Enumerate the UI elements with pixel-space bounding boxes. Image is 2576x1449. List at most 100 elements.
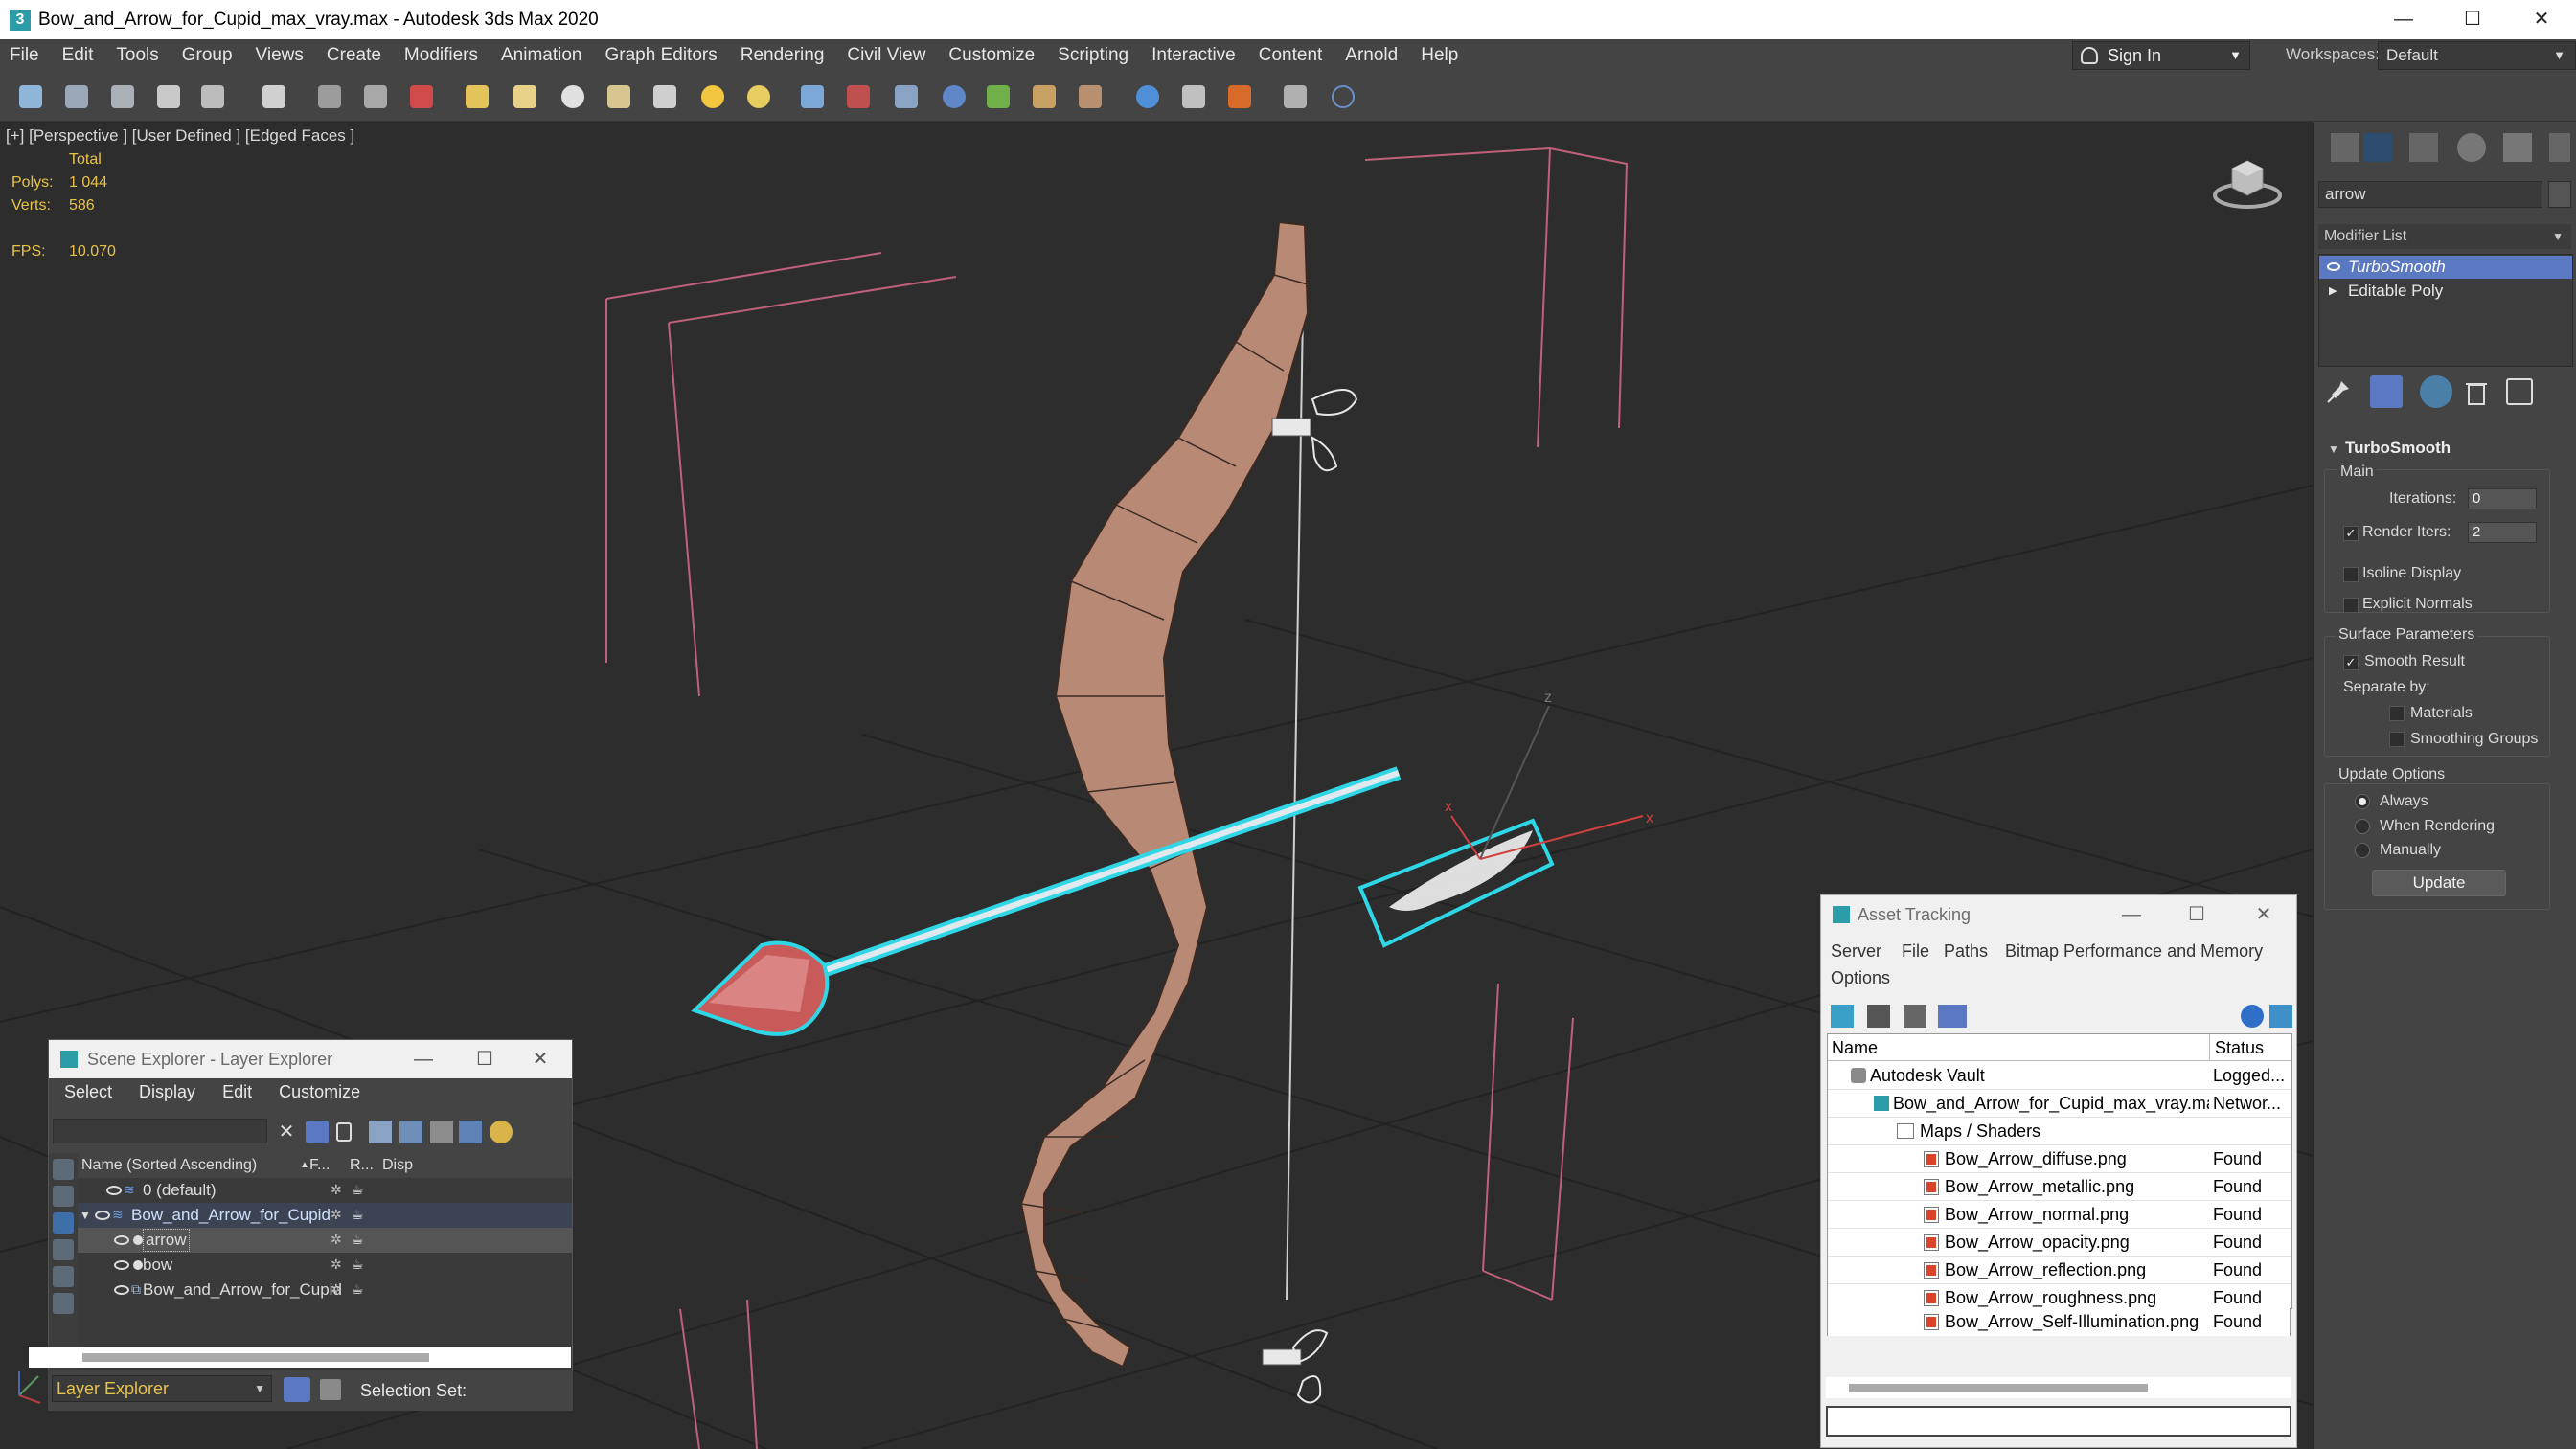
display-tab-icon[interactable] bbox=[2503, 133, 2532, 162]
asset-row[interactable]: Bow_Arrow_reflection.png Found bbox=[1828, 1257, 2291, 1284]
menu-select[interactable]: Select bbox=[49, 1078, 124, 1105]
menu-customize[interactable]: Customize bbox=[937, 45, 1046, 66]
menu-paths[interactable]: Paths bbox=[1944, 941, 1988, 962]
render-setup-icon[interactable] bbox=[1182, 85, 1205, 108]
menu-tools[interactable]: Tools bbox=[104, 45, 170, 66]
hierarchy-toggle-icon[interactable] bbox=[320, 1379, 341, 1400]
expand-arrow-icon[interactable]: ▼ bbox=[80, 1203, 91, 1228]
update-button[interactable]: Update bbox=[2372, 870, 2506, 896]
column-frozen[interactable]: F... bbox=[309, 1153, 330, 1178]
eye-icon[interactable] bbox=[114, 1260, 129, 1270]
grid-view-icon[interactable] bbox=[1938, 1005, 1967, 1028]
minimize-button[interactable]: — bbox=[2099, 895, 2164, 934]
bind-space-warp-icon[interactable] bbox=[201, 85, 224, 108]
show-end-result-icon[interactable] bbox=[2370, 375, 2403, 408]
asset-tracking-scrollbar[interactable] bbox=[1826, 1377, 2291, 1398]
menu-file[interactable]: File bbox=[1902, 941, 1929, 962]
menu-options[interactable]: Options bbox=[1831, 968, 1890, 988]
eye-icon[interactable] bbox=[114, 1285, 129, 1295]
pin-stack-icon[interactable] bbox=[2322, 375, 2355, 408]
configure-modifier-sets-icon[interactable] bbox=[2506, 378, 2533, 405]
angle-snap-icon[interactable] bbox=[847, 85, 870, 108]
select-object-icon[interactable] bbox=[318, 85, 341, 108]
close-button[interactable]: ✕ bbox=[2231, 895, 2296, 934]
mirror-icon[interactable] bbox=[895, 85, 918, 108]
menu-rendering[interactable]: Rendering bbox=[729, 45, 836, 66]
redo-icon[interactable] bbox=[65, 85, 88, 108]
column-name[interactable]: Name bbox=[1832, 1034, 1878, 1061]
stack-item-editable-poly[interactable]: ▶ Editable Poly bbox=[2319, 280, 2572, 303]
asset-row[interactable]: Autodesk Vault Logged... bbox=[1828, 1062, 2291, 1090]
light-icon[interactable] bbox=[701, 85, 724, 108]
table-view-icon[interactable] bbox=[1904, 1005, 1926, 1028]
rollout-collapse-icon[interactable]: ▼ bbox=[2328, 442, 2339, 456]
menu-group[interactable]: Group bbox=[171, 45, 244, 66]
sphere-icon[interactable] bbox=[561, 85, 584, 108]
isoline-display-checkbox[interactable] bbox=[2343, 567, 2359, 582]
spacewarps-filter-icon[interactable] bbox=[53, 1293, 74, 1314]
help-icon[interactable] bbox=[2241, 1005, 2264, 1028]
help-icon[interactable] bbox=[1332, 85, 1355, 108]
clear-search-icon[interactable]: ✕ bbox=[275, 1121, 298, 1143]
always-radio[interactable] bbox=[2355, 794, 2370, 809]
menu-views[interactable]: Views bbox=[244, 45, 315, 66]
rectangle-selection-icon[interactable] bbox=[466, 85, 489, 108]
menu-interactive[interactable]: Interactive bbox=[1140, 45, 1247, 66]
geometry-filter-icon[interactable] bbox=[53, 1159, 74, 1180]
filter-icon[interactable] bbox=[306, 1121, 329, 1143]
sign-in-dropdown[interactable]: Sign In ▼ bbox=[2072, 41, 2250, 70]
cameras-filter-icon[interactable] bbox=[53, 1239, 74, 1260]
render-teapot-icon[interactable]: ☕ bbox=[352, 1282, 365, 1296]
render-production-icon[interactable] bbox=[1284, 85, 1307, 108]
lights-filter-icon[interactable] bbox=[53, 1212, 74, 1234]
when-rendering-radio[interactable] bbox=[2355, 819, 2370, 834]
hierarchy-tab-icon[interactable] bbox=[2409, 133, 2438, 162]
eye-icon[interactable] bbox=[95, 1211, 110, 1220]
eye-icon[interactable] bbox=[106, 1186, 122, 1195]
asset-row[interactable]: Bow_Arrow_metallic.png Found bbox=[1828, 1173, 2291, 1201]
column-render[interactable]: R... bbox=[350, 1153, 374, 1178]
asset-row[interactable]: Bow_and_Arrow_for_Cupid_max_vray.max Net… bbox=[1828, 1090, 2291, 1118]
minimize-button[interactable]: — bbox=[390, 1040, 457, 1078]
menu-arnold[interactable]: Arnold bbox=[1334, 45, 1409, 66]
menu-graph-editors[interactable]: Graph Editors bbox=[594, 45, 729, 66]
render-teapot-icon[interactable]: ☕ bbox=[352, 1257, 365, 1271]
refresh-icon[interactable] bbox=[1831, 1005, 1854, 1028]
menu-animation[interactable]: Animation bbox=[490, 45, 594, 66]
tree-row[interactable]: bow ✲ ☕ bbox=[78, 1253, 572, 1278]
column-name[interactable]: Name (Sorted Ascending) bbox=[81, 1153, 257, 1178]
shapes-filter-icon[interactable] bbox=[53, 1186, 74, 1207]
menu-file[interactable]: File bbox=[0, 45, 51, 66]
sync-selection-icon[interactable] bbox=[490, 1121, 513, 1143]
remove-modifier-icon[interactable] bbox=[2460, 375, 2493, 408]
snap-icon[interactable] bbox=[801, 85, 824, 108]
viewcube-icon[interactable] bbox=[2211, 155, 2284, 209]
render-teapot-icon[interactable]: ☕ bbox=[352, 1208, 365, 1221]
asset-row[interactable]: Bow_Arrow_Self-Illumination.png Found bbox=[1827, 1308, 2291, 1336]
select-filter-icon[interactable] bbox=[262, 85, 285, 108]
smooth-result-checkbox[interactable]: ✓ bbox=[2343, 655, 2359, 670]
close-button[interactable]: ✕ bbox=[507, 1040, 574, 1078]
menu-server[interactable]: Server bbox=[1831, 941, 1881, 962]
render-iters-spinner[interactable]: 2 bbox=[2468, 522, 2537, 543]
material-editor-icon[interactable] bbox=[1136, 85, 1159, 108]
menu-customize[interactable]: Customize bbox=[263, 1078, 372, 1105]
sun-icon[interactable] bbox=[747, 85, 770, 108]
menu-modifiers[interactable]: Modifiers bbox=[393, 45, 490, 66]
freeze-icon[interactable]: ✲ bbox=[331, 1233, 344, 1246]
menu-edit[interactable]: Edit bbox=[51, 45, 105, 66]
window-crossing-icon[interactable] bbox=[513, 85, 536, 108]
explicit-normals-checkbox[interactable] bbox=[2343, 598, 2359, 613]
scrollbar-thumb[interactable] bbox=[1849, 1384, 2148, 1392]
asset-row[interactable]: Bow_Arrow_diffuse.png Found bbox=[1828, 1145, 2291, 1173]
iterations-spinner[interactable]: 0 bbox=[2468, 488, 2537, 509]
settings-icon[interactable] bbox=[2269, 1005, 2292, 1028]
layer-manager-icon[interactable] bbox=[987, 85, 1010, 108]
layers-toggle-icon[interactable] bbox=[284, 1377, 310, 1402]
render-teapot-icon[interactable]: ☕ bbox=[352, 1183, 365, 1196]
tree-row[interactable]: ≋ 0 (default) ✲ ☕ bbox=[78, 1178, 572, 1203]
minimize-button[interactable]: — bbox=[2369, 0, 2438, 39]
stack-item-turbosmooth[interactable]: TurboSmooth bbox=[2319, 256, 2572, 279]
materials-checkbox[interactable] bbox=[2389, 706, 2405, 721]
workspaces-select[interactable]: Default ▼ bbox=[2378, 41, 2576, 70]
